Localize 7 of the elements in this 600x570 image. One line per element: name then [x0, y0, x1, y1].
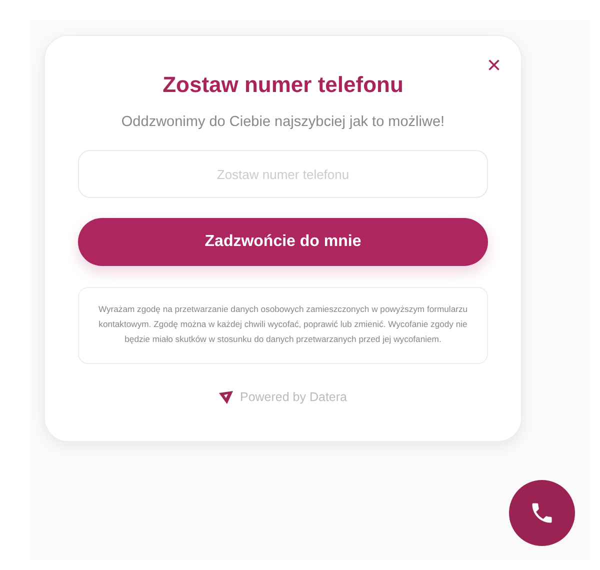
dialog-subtitle: Oddzwonimy do Ciebie najszybciej jak to możliwe! [121, 114, 445, 130]
dialog-title: Zostaw numer telefonu [162, 72, 404, 98]
logo-icon [218, 390, 233, 404]
powered-by-text: Powered by Datera [240, 390, 347, 404]
consent-text: Wyrażam zgodę na przetwarzanie danych osobowych zamieszczonych w powyższym formularzu kontaktowym. Zgodę można w każdej chwili wycofać, poprawić lub zmienić. Wycofanie zgody nie będzie miało skutków w stosunku do danych przetwarzanych przed jej wycofaniem. [97, 303, 469, 346]
close-button[interactable]: × [486, 56, 501, 76]
submit-button[interactable]: Zadzwońcie do mnie [78, 218, 488, 266]
